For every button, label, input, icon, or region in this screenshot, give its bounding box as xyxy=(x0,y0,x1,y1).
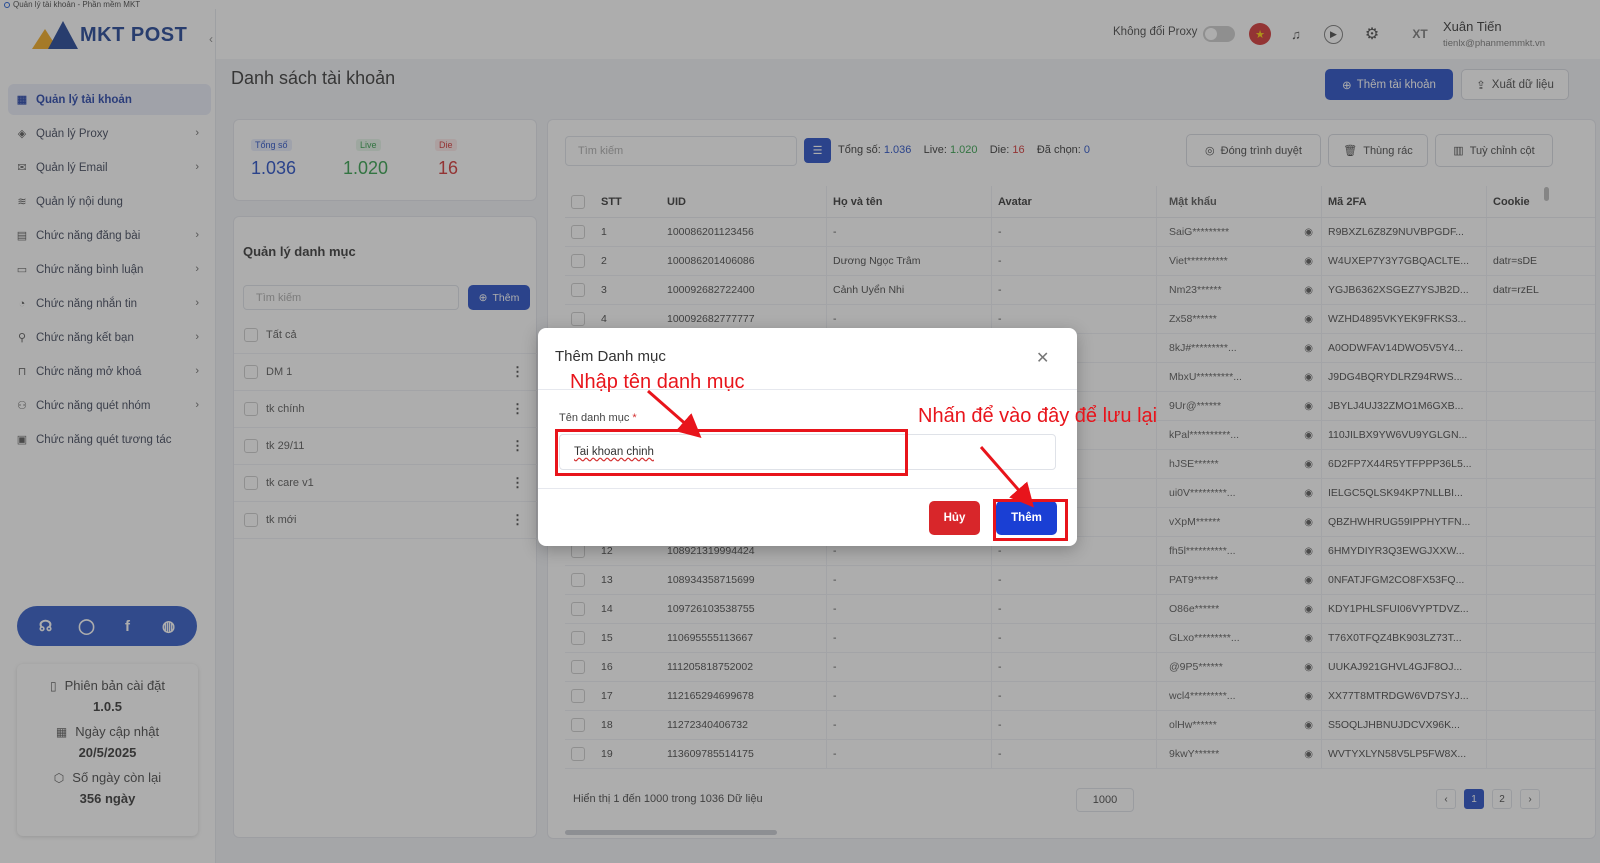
annotation-highlight-button xyxy=(993,499,1068,541)
close-icon[interactable]: ✕ xyxy=(1036,348,1049,368)
annotation-highlight-input xyxy=(555,429,908,476)
required-mark: * xyxy=(632,412,637,424)
annotation-hint-input: Nhập tên danh mục xyxy=(570,371,745,393)
cancel-button[interactable]: Hủy xyxy=(929,501,980,535)
app-window: Quản lý tài khoản - Phần mềm MKT MKT POS… xyxy=(0,0,1600,863)
category-name-label: Tên danh mục * xyxy=(559,412,637,424)
dialog-divider xyxy=(538,488,1077,489)
dialog-title: Thêm Danh mục xyxy=(555,348,666,365)
annotation-hint-button: Nhấn để vào đây để lưu lại xyxy=(918,405,1158,427)
